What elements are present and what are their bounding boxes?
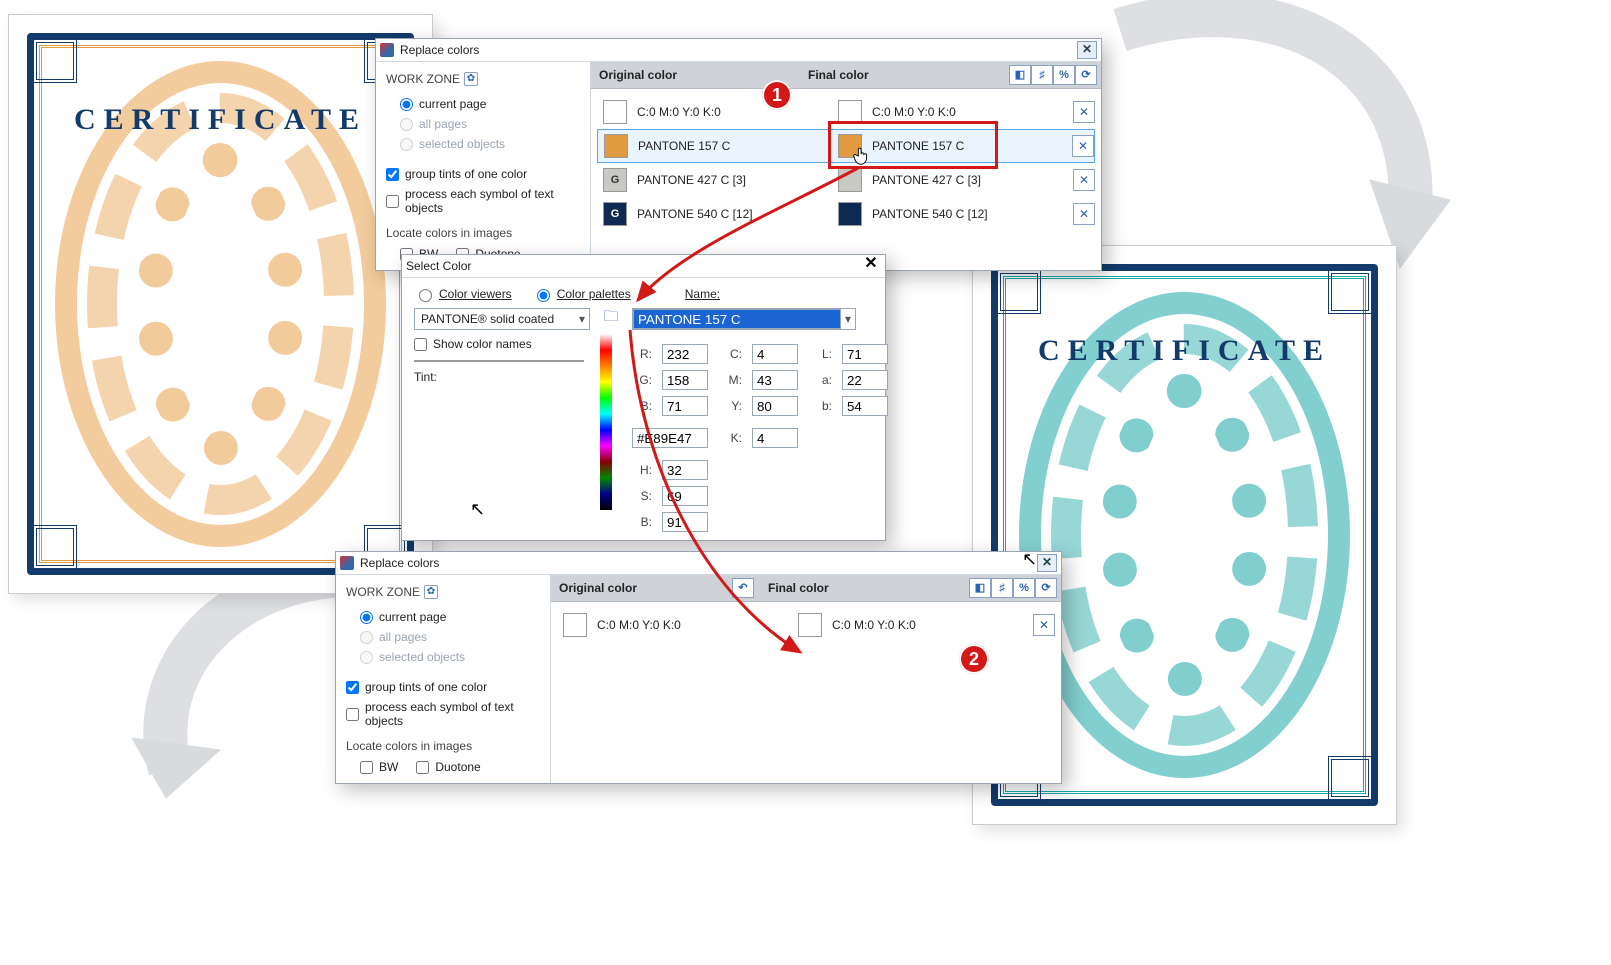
swatch[interactable]: [798, 613, 822, 637]
color-label: PANTONE 157 C: [638, 139, 730, 153]
val-a[interactable]: [842, 370, 888, 390]
locate-label: Locate colors in images: [346, 739, 540, 753]
radio-current-page[interactable]: current page: [346, 607, 540, 627]
app-icon: [380, 43, 394, 57]
workzone-label: WORK ZONE: [346, 585, 420, 599]
palette-combo[interactable]: PANTONE® solid coated▾: [414, 308, 590, 330]
swatch[interactable]: [603, 100, 627, 124]
chk-bw[interactable]: BW: [360, 757, 398, 777]
color-label: C:0 M:0 Y:0 K:0: [597, 618, 681, 632]
val-Bv[interactable]: [662, 512, 708, 532]
swatch[interactable]: G: [603, 168, 627, 192]
swatch[interactable]: [838, 168, 862, 192]
color-label: C:0 M:0 Y:0 K:0: [832, 618, 916, 632]
window-title: Replace colors: [400, 43, 1077, 57]
val-B[interactable]: [662, 396, 708, 416]
color-label: PANTONE 427 C [3]: [637, 173, 746, 187]
app-icon: [340, 556, 354, 570]
val-K[interactable]: [752, 428, 798, 448]
swatch[interactable]: [604, 134, 628, 158]
radio-selected-objects[interactable]: selected objects: [346, 647, 540, 667]
tool-refresh-icon[interactable]: ⟳: [1035, 578, 1057, 598]
tool-refresh-icon[interactable]: ⟳: [1075, 65, 1097, 85]
color-label: PANTONE 540 C [12]: [872, 207, 988, 221]
color-label: C:0 M:0 Y:0 K:0: [637, 105, 721, 119]
workzone-settings-icon[interactable]: ✿: [464, 72, 478, 86]
radio-all-pages[interactable]: all pages: [346, 627, 540, 647]
certificate-title: CERTIFICATE: [991, 334, 1378, 368]
palette-grid[interactable]: [414, 360, 584, 362]
chk-group-tints[interactable]: group tints of one color: [386, 164, 580, 184]
tint-label: Tint:: [414, 370, 590, 384]
chk-group-tints[interactable]: group tints of one color: [346, 677, 540, 697]
open-palette-icon[interactable]: 🗀: [600, 308, 622, 328]
chk-each-symbol[interactable]: process each symbol of text objects: [386, 184, 580, 218]
color-label: PANTONE 540 C [12]: [637, 207, 753, 221]
val-hex[interactable]: [632, 428, 708, 448]
val-R[interactable]: [662, 344, 708, 364]
tool-percent-icon[interactable]: %: [1053, 65, 1075, 85]
tool-spectrum-icon[interactable]: ◧: [1009, 65, 1031, 85]
locate-label: Locate colors in images: [386, 226, 580, 240]
name-input[interactable]: [633, 309, 841, 329]
workzone-panel: WORK ZONE ✿ current page all pages selec…: [376, 62, 591, 270]
close-button[interactable]: ✕: [1077, 41, 1097, 59]
workzone-settings-icon[interactable]: ✿: [424, 585, 438, 599]
val-C[interactable]: [752, 344, 798, 364]
undo-icon[interactable]: ↶: [732, 578, 754, 598]
window-title: Select Color: [406, 259, 861, 273]
window-title: Replace colors: [360, 556, 1037, 570]
val-S[interactable]: [662, 486, 708, 506]
hdr-final: Final color: [768, 581, 829, 595]
val-Y[interactable]: [752, 396, 798, 416]
radio-color-palettes[interactable]: Color palettes: [532, 286, 631, 302]
certificate-title: CERTIFICATE: [27, 103, 414, 137]
remove-row-button[interactable]: ✕: [1073, 203, 1095, 225]
chk-show-color-names[interactable]: Show color names: [414, 334, 590, 354]
callout-1: 1: [762, 80, 792, 110]
val-G[interactable]: [662, 370, 708, 390]
hdr-original: Original color: [599, 68, 677, 82]
name-combo[interactable]: ▾: [632, 308, 856, 330]
select-color-window: Select Color ✕ Color viewers Color palet…: [401, 254, 886, 541]
remove-row-button[interactable]: ✕: [1072, 135, 1094, 157]
close-button[interactable]: ✕: [861, 257, 881, 275]
radio-all-pages[interactable]: all pages: [386, 114, 580, 134]
remove-row-button[interactable]: ✕: [1073, 169, 1095, 191]
workzone-label: WORK ZONE: [386, 72, 460, 86]
tool-spectrum-icon[interactable]: ◧: [969, 578, 991, 598]
callout-2: 2: [959, 644, 989, 674]
chk-duotone[interactable]: Duotone: [416, 757, 480, 777]
radio-current-page[interactable]: current page: [386, 94, 580, 114]
val-M[interactable]: [752, 370, 798, 390]
val-b[interactable]: [842, 396, 888, 416]
tool-percent-icon[interactable]: %: [1013, 578, 1035, 598]
color-row[interactable]: C:0 M:0 Y:0 K:0 C:0 M:0 Y:0 K:0 ✕: [557, 608, 1055, 642]
radio-color-viewers[interactable]: Color viewers: [414, 286, 512, 302]
spectrum-bar[interactable]: [600, 334, 612, 510]
val-H[interactable]: [662, 460, 708, 480]
hdr-original: Original color: [559, 581, 637, 595]
color-label: PANTONE 427 C [3]: [872, 173, 981, 187]
swatch[interactable]: [838, 202, 862, 226]
name-label: Name:: [685, 287, 720, 301]
hdr-final: Final color: [808, 68, 869, 82]
remove-row-button[interactable]: ✕: [1033, 614, 1055, 636]
replace-colors-window-2: Replace colors ✕ WORK ZONE ✿ current pag…: [335, 551, 1062, 784]
swatch[interactable]: G: [603, 202, 627, 226]
tool-sliders-icon[interactable]: ♯: [1031, 65, 1053, 85]
close-button[interactable]: ✕: [1037, 554, 1057, 572]
workzone-panel: WORK ZONE ✿ current page all pages selec…: [336, 575, 551, 783]
radio-selected-objects[interactable]: selected objects: [386, 134, 580, 154]
certificate-before: CERTIFICATE: [8, 14, 433, 594]
chk-each-symbol[interactable]: process each symbol of text objects: [346, 697, 540, 731]
tool-sliders-icon[interactable]: ♯: [991, 578, 1013, 598]
highlight-box-1: [828, 121, 998, 169]
swatch[interactable]: [563, 613, 587, 637]
color-label: C:0 M:0 Y:0 K:0: [872, 105, 956, 119]
color-row[interactable]: G PANTONE 540 C [12] PANTONE 540 C [12] ✕: [597, 197, 1095, 231]
val-L[interactable]: [842, 344, 888, 364]
remove-row-button[interactable]: ✕: [1073, 101, 1095, 123]
